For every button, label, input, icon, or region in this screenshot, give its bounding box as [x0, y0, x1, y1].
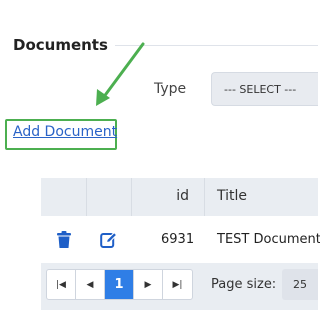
column-header-title[interactable]: Title	[205, 178, 318, 216]
pagination: |◀ ◀ 1 ▶ ▶|	[46, 269, 193, 300]
first-page-button[interactable]: |◀	[47, 270, 76, 299]
current-page-button[interactable]: 1	[105, 270, 134, 299]
table-header: id Title	[41, 178, 318, 216]
table-row: 6931 TEST Document	[41, 216, 320, 263]
column-header-id-label: id	[176, 188, 189, 204]
annotation-arrow	[96, 42, 145, 106]
next-page-button[interactable]: ▶	[134, 270, 163, 299]
previous-page-icon: ◀	[86, 279, 94, 290]
next-page-icon: ▶	[144, 279, 152, 290]
row-id-cell: 6931	[161, 232, 195, 247]
page-size-label: Page size:	[211, 277, 277, 292]
type-filter-select[interactable]: --- SELECT ---	[211, 72, 318, 106]
column-header-id[interactable]: id	[132, 178, 205, 216]
first-page-icon: |◀	[56, 279, 66, 290]
add-document-link[interactable]: Add Document	[13, 124, 117, 140]
last-page-icon: ▶|	[172, 279, 183, 290]
trash-icon[interactable]	[56, 231, 72, 249]
previous-page-button[interactable]: ◀	[76, 270, 105, 299]
column-header-edit	[87, 178, 132, 216]
row-title-cell: TEST Document	[217, 232, 320, 247]
last-page-button[interactable]: ▶|	[163, 270, 192, 299]
page-size-select[interactable]: 25	[282, 269, 318, 300]
edit-icon[interactable]	[100, 231, 118, 249]
column-header-title-label: Title	[217, 188, 248, 204]
column-header-delete	[41, 178, 87, 216]
